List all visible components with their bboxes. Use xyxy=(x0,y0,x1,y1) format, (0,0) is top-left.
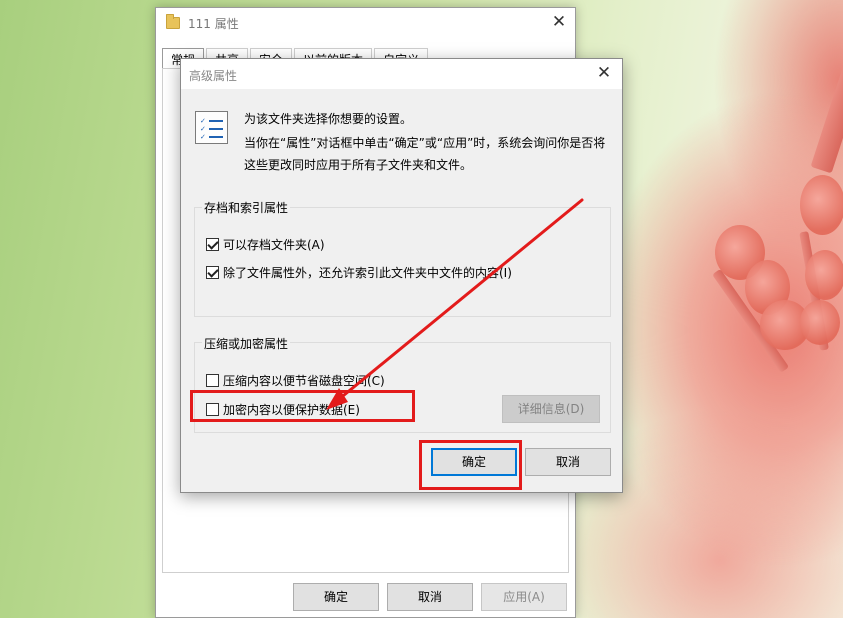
annotation-arrow xyxy=(326,198,584,410)
